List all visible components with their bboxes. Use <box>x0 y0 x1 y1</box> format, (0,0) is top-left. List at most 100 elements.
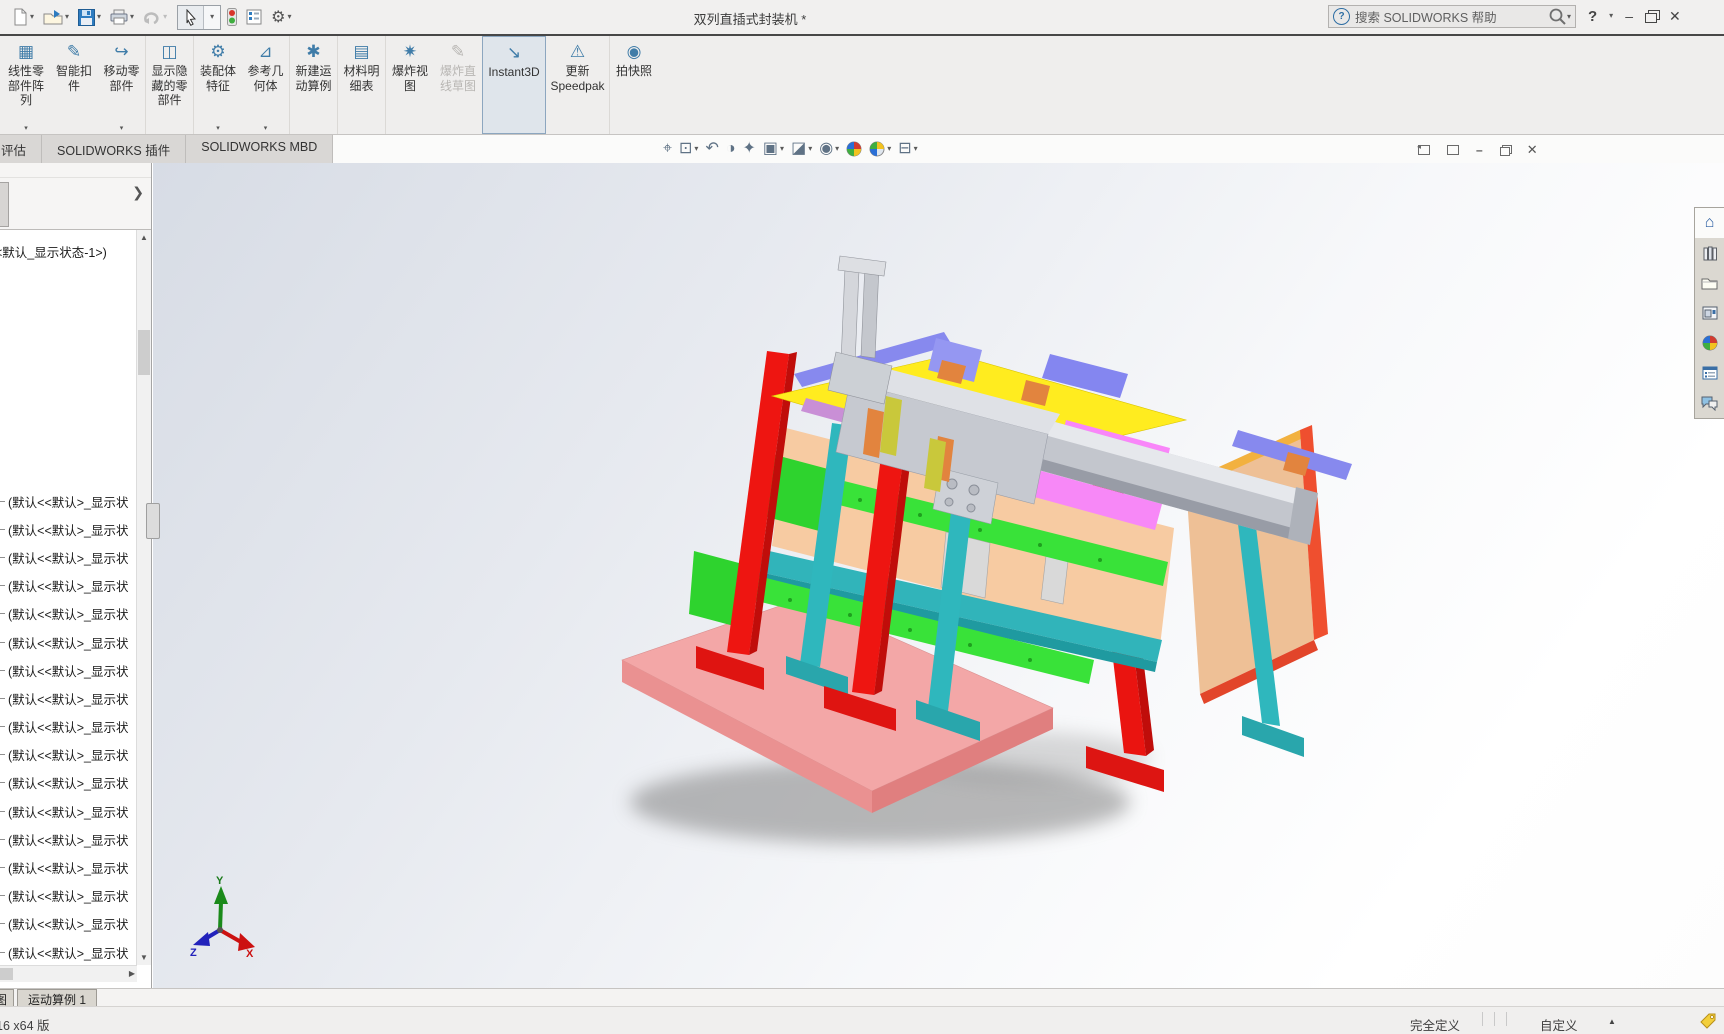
select-tool-button[interactable] <box>178 6 203 29</box>
section-view-icon[interactable]: ◑ <box>726 140 736 158</box>
window-icon[interactable] <box>1447 145 1459 155</box>
ribbon-button[interactable]: ▤ 材料明 细表 <box>338 36 386 134</box>
feature-tree-item[interactable]: (默认<<默认>_显示状 <box>0 572 137 600</box>
chevron-down-icon[interactable]: ▾ <box>914 145 918 153</box>
chevron-down-icon[interactable]: ▾ <box>808 145 812 153</box>
graphics-viewport[interactable]: Y X Z <box>153 163 1724 988</box>
doc-close-icon[interactable]: ✕ <box>1527 142 1538 158</box>
select-tool-dropdown[interactable]: ▾ <box>203 6 220 29</box>
feature-tree-item[interactable]: (默认<<默认>_显示状 <box>0 797 137 825</box>
feature-tree-item[interactable]: (默认<<默认>_显示状 <box>0 543 137 571</box>
chevron-down-icon[interactable]: ▾ <box>835 145 839 153</box>
ribbon-button[interactable]: ⊿ 参考几 何体 <box>242 36 290 134</box>
chevron-down-icon[interactable]: ▾ <box>65 13 69 21</box>
float-window-icon[interactable] <box>1418 145 1430 155</box>
chevron-down-icon[interactable]: ▾ <box>130 13 134 21</box>
scrollbar-thumb[interactable] <box>138 330 150 375</box>
doc-restore-icon[interactable] <box>1500 147 1510 156</box>
ribbon-button[interactable]: ✷ 爆炸视 图 <box>386 36 434 134</box>
minimize-button[interactable]: – <box>1625 6 1633 26</box>
panel-splitter-handle[interactable] <box>146 503 160 539</box>
vertical-scrollbar[interactable]: ▲ ▼ <box>136 230 151 965</box>
ribbon-button[interactable]: ↘ Instant3D <box>482 36 546 134</box>
ribbon-button[interactable]: ◫ 显示隐 藏的零 部件 <box>146 36 194 134</box>
zoom-to-area-icon[interactable]: ⊡ <box>679 140 692 158</box>
scroll-up-icon[interactable]: ▲ <box>137 233 151 242</box>
command-tab[interactable]: SOLIDWORKS 插件 <box>42 135 186 163</box>
chevron-down-icon[interactable]: ▾ <box>1609 12 1613 20</box>
task-pane-view-palette[interactable] <box>1695 298 1724 328</box>
zoom-to-fit-icon[interactable]: ⌖ <box>663 140 672 158</box>
chevron-down-icon[interactable]: ▾ <box>30 13 34 21</box>
options-button[interactable]: ⚙ ▾ <box>268 5 294 29</box>
chevron-down-icon[interactable]: ▾ <box>97 13 101 21</box>
rebuild-button[interactable] <box>224 6 240 28</box>
new-document-button[interactable]: ▾ <box>10 6 37 28</box>
feature-tree-item[interactable]: (默认<<默认>_显示状 <box>0 769 137 797</box>
open-document-button[interactable]: ▾ <box>40 7 72 27</box>
panel-tab-partial[interactable] <box>0 182 9 227</box>
command-tab[interactable]: SOLIDWORKS MBD <box>186 135 333 163</box>
ribbon-button[interactable]: ▦ 线性零 部件阵 列 <box>2 36 50 134</box>
ribbon-button[interactable]: ↪ 移动零 部件 <box>98 36 146 134</box>
ribbon-button[interactable]: ⚙ 装配体 特征 <box>194 36 242 134</box>
help-button[interactable]: ? <box>1588 8 1597 25</box>
doc-minimize-icon[interactable]: – <box>1476 143 1483 157</box>
view-orientation-icon[interactable]: ▣ <box>763 140 778 158</box>
search-box[interactable]: ? 搜索 SOLIDWORKS 帮助 ▾ <box>1328 5 1576 28</box>
tag-icon[interactable] <box>1700 1012 1717 1029</box>
command-tab[interactable]: 评估 <box>0 135 42 163</box>
view-list-button[interactable] <box>243 7 265 27</box>
search-icon[interactable] <box>1548 7 1567 26</box>
ribbon-button[interactable]: ⚠ 更新 Speedpak <box>546 36 610 134</box>
chevron-down-icon[interactable]: ▾ <box>287 13 291 21</box>
feature-tree-item[interactable]: (默认<<默认>_显示状 <box>0 515 137 543</box>
task-pane-custom-properties[interactable] <box>1695 358 1724 388</box>
flyout-expand-icon[interactable]: ❯ <box>132 184 144 201</box>
feature-tree-item[interactable]: (默认<<默认>_显示状 <box>0 656 137 684</box>
feature-tree-item[interactable]: (默认<<默认>_显示状 <box>0 853 137 881</box>
feature-tree-item[interactable]: (默认<<默认>_显示状 <box>0 487 137 515</box>
task-pane-home[interactable]: ⌂ <box>1695 208 1724 238</box>
ribbon-button[interactable]: ✱ 新建运 动算例 <box>290 36 338 134</box>
scroll-right-icon[interactable]: ▶ <box>129 969 135 978</box>
ribbon-button[interactable]: ◉ 拍快照 <box>610 36 658 134</box>
save-button[interactable]: ▾ <box>75 7 104 28</box>
horizontal-scrollbar[interactable]: ▶ <box>0 965 137 982</box>
feature-tree-item[interactable]: (默认<<默认>_显示状 <box>0 600 137 628</box>
feature-tree-item[interactable]: (默认<<默认>_显示状 <box>0 825 137 853</box>
close-button[interactable]: ✕ <box>1669 6 1681 26</box>
chevron-down-icon[interactable]: ▾ <box>694 145 698 153</box>
view-settings-icon[interactable]: ⊟ <box>898 140 911 158</box>
ribbon-button[interactable]: ✎ 爆炸直 线草图 <box>434 36 482 134</box>
print-button[interactable]: ▾ <box>107 7 137 27</box>
hide-show-items-icon[interactable]: ◉ <box>819 140 833 158</box>
apply-scene-icon[interactable] <box>869 141 885 157</box>
feature-tree-item[interactable]: (默认<<默认>_显示状 <box>0 910 137 938</box>
feature-tree-item[interactable]: (默认<<默认>_显示状 <box>0 741 137 769</box>
task-pane-appearances[interactable] <box>1695 328 1724 358</box>
task-pane-design-library[interactable] <box>1695 238 1724 268</box>
feature-tree-item[interactable]: (默认<<默认>_显示状 <box>0 882 137 910</box>
scroll-down-icon[interactable]: ▼ <box>137 953 151 962</box>
search-input[interactable]: 搜索 SOLIDWORKS 帮助 <box>1355 7 1548 26</box>
display-style-icon[interactable]: ◪ <box>791 140 806 158</box>
feature-tree-item[interactable]: (默认<<默认>_显示状 <box>0 628 137 656</box>
dynamic-annotation-views-icon[interactable]: ✦ <box>743 140 756 158</box>
model-canvas[interactable]: Y X Z <box>153 163 1724 988</box>
study-tab[interactable]: 运动算例 1 <box>17 989 97 1006</box>
scrollbar-thumb[interactable] <box>0 968 13 980</box>
previous-view-icon[interactable]: ↶ <box>705 140 718 158</box>
feature-tree-item[interactable]: (默认<<默认>_显示状 <box>0 938 137 966</box>
chevron-down-icon[interactable]: ▾ <box>780 145 784 153</box>
study-tab[interactable]: 图 <box>0 989 14 1006</box>
edit-appearance-icon[interactable] <box>846 141 862 157</box>
assembly-root-item[interactable]: <默认_显示状态-1>) <box>0 242 107 261</box>
task-pane-file-explorer[interactable] <box>1695 268 1724 298</box>
chevron-down-icon[interactable]: ▾ <box>887 145 891 153</box>
restore-button[interactable] <box>1645 13 1657 23</box>
chevron-down-icon[interactable]: ▾ <box>1567 13 1571 21</box>
ribbon-button[interactable]: ✎ 智能扣 件 <box>50 36 98 134</box>
task-pane-forum[interactable] <box>1695 388 1724 418</box>
feature-tree-item[interactable]: (默认<<默认>_显示状 <box>0 684 137 712</box>
